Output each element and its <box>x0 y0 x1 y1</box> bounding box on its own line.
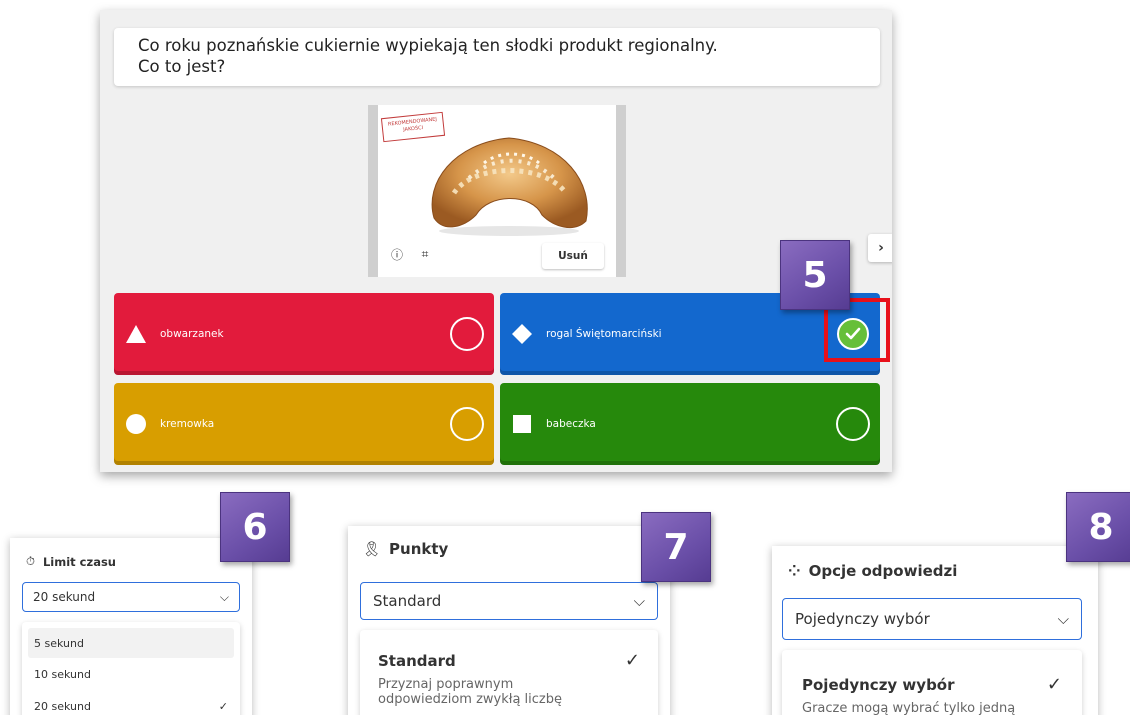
square-icon <box>512 414 532 434</box>
time-limit-select[interactable]: 20 sekund ⌵ <box>22 582 240 612</box>
checkmark-icon: ✓ <box>1046 674 1062 695</box>
time-limit-dropdown: 5 sekund 10 sekund 20 sekund ✓ <box>22 622 240 715</box>
answer-label: babeczka <box>546 418 596 430</box>
points-heading-text: Punkty <box>389 540 449 558</box>
circle-icon <box>126 414 146 434</box>
mark-correct-radio[interactable] <box>836 407 870 441</box>
option-title: Standard <box>378 651 456 670</box>
diamond-icon <box>512 324 532 344</box>
question-line-2: Co to jest? <box>138 57 226 76</box>
answer-option-1[interactable]: obwarzanek <box>114 293 494 375</box>
step-badge-6: 6 <box>220 492 290 562</box>
option-title: Pojedynczy wybór <box>802 675 955 694</box>
chevron-down-icon: ⌵ <box>219 589 229 604</box>
time-limit-panel: ⏱ Limit czasu 20 sekund ⌵ 5 sekund 10 se… <box>10 538 252 715</box>
chevron-down-icon: ⌵ <box>1057 610 1069 628</box>
option-label: 5 sekund <box>34 636 84 650</box>
question-text-box[interactable]: Co roku poznańskie cukiernie wypiekają t… <box>114 28 880 86</box>
answer-options-selected-value: Pojedynczy wybór <box>795 610 930 628</box>
points-select[interactable]: Standard ⌵ <box>360 582 658 620</box>
answer-options-heading-text: Opcje odpowiedzi <box>808 562 958 580</box>
checkmark-icon: ✓ <box>624 650 640 671</box>
answer-label: kremowka <box>160 418 215 430</box>
time-limit-selected-value: 20 sekund <box>33 590 96 604</box>
question-line-1: Co roku poznańskie cukiernie wypiekają t… <box>138 36 718 55</box>
question-image-frame: REKOMENDOWANEJ JAKOŚCI ⓘ ⌗ Usuń <box>368 105 626 277</box>
answer-options-dropdown: Pojedynczy wybór ✓ Gracze mogą wybrać ty… <box>782 650 1082 715</box>
chevron-right-icon[interactable]: › <box>868 234 892 262</box>
points-heading: 🎗 Punkty <box>362 540 448 558</box>
chevron-down-icon: ⌵ <box>633 592 645 610</box>
points-selected-value: Standard <box>373 592 442 610</box>
points-panel: 🎗 Punkty Standard ⌵ Standard ✓ Przyznaj … <box>348 526 670 715</box>
image-info-icon[interactable]: ⓘ <box>384 241 410 267</box>
question-image: REKOMENDOWANEJ JAKOŚCI ⓘ ⌗ Usuń <box>378 105 616 277</box>
time-limit-heading: ⏱ Limit czasu <box>26 554 116 569</box>
time-option-10[interactable]: 10 sekund <box>28 658 234 690</box>
option-label: 10 sekund <box>34 667 91 681</box>
remove-image-button[interactable]: Usuń <box>542 243 604 269</box>
answer-label: rogal Świętomarciński <box>546 328 662 340</box>
answer-options-panel: ⁘ Opcje odpowiedzi Pojedynczy wybór ⌵ Po… <box>772 546 1098 715</box>
option-description-line-1: Gracze mogą wybrać tylko jedną <box>802 701 1016 715</box>
award-icon: 🎗 <box>362 540 382 558</box>
answer-option-3[interactable]: kremowka <box>114 383 494 465</box>
option-description-line-2: odpowiedziom zwykłą liczbę <box>378 692 563 707</box>
answer-option-single-choice[interactable]: Pojedynczy wybór ✓ <box>802 674 1062 695</box>
points-option-standard[interactable]: Standard ✓ <box>378 650 640 671</box>
step-badge-5: 5 <box>780 240 850 310</box>
image-crop-icon[interactable]: ⌗ <box>412 241 438 267</box>
checkmark-icon: ✓ <box>218 699 228 713</box>
step-badge-7: 7 <box>641 512 711 582</box>
answer-option-4[interactable]: babeczka <box>500 383 880 465</box>
triangle-icon <box>126 324 146 344</box>
option-description-line-1: Przyznaj poprawnym <box>378 677 514 692</box>
mark-correct-radio[interactable] <box>450 317 484 351</box>
croissant-image <box>431 137 588 236</box>
step-badge-8: 8 <box>1066 492 1130 562</box>
mark-correct-radio[interactable] <box>450 407 484 441</box>
time-option-20[interactable]: 20 sekund ✓ <box>28 690 234 715</box>
answer-options-heading: ⁘ Opcje odpowiedzi <box>788 562 957 580</box>
clock-icon: ⏱ <box>26 554 35 568</box>
time-option-5[interactable]: 5 sekund <box>28 628 234 658</box>
answer-label: obwarzanek <box>160 328 224 340</box>
option-label: 20 sekund <box>34 699 91 713</box>
grid-dots-icon: ⁘ <box>788 562 801 580</box>
points-dropdown: Standard ✓ Przyznaj poprawnym odpowiedzi… <box>360 630 658 715</box>
time-limit-heading-text: Limit czasu <box>42 554 116 569</box>
quiz-editor-panel: Co roku poznańskie cukiernie wypiekają t… <box>100 10 892 472</box>
answer-options-select[interactable]: Pojedynczy wybór ⌵ <box>782 598 1082 640</box>
